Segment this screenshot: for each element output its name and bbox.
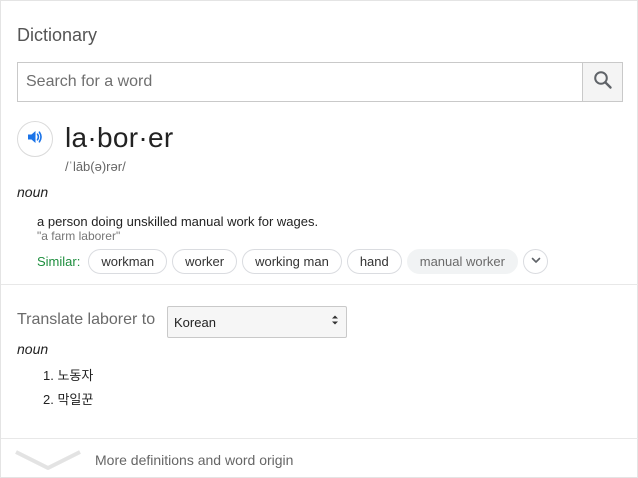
definition-text: a person doing unskilled manual work for… bbox=[37, 214, 319, 229]
speaker-icon bbox=[26, 128, 44, 151]
chevron-down-icon bbox=[530, 253, 542, 271]
similar-chip-workman[interactable]: workman bbox=[88, 249, 168, 274]
similar-chip-hand[interactable]: hand bbox=[346, 249, 402, 274]
translation-part-of-speech: noun bbox=[17, 341, 49, 357]
search-input[interactable] bbox=[18, 63, 582, 101]
translation-item: 1. 노동자 bbox=[43, 368, 94, 383]
language-select-value: Korean bbox=[174, 314, 216, 330]
more-definitions-link[interactable]: More definitions and word origin bbox=[1, 439, 638, 478]
similar-chip-working-man[interactable]: working man bbox=[242, 249, 342, 274]
search-box bbox=[17, 62, 623, 102]
search-button[interactable] bbox=[582, 63, 622, 101]
translation-list: 1. 노동자 2. 막일꾼 bbox=[43, 367, 93, 415]
dictionary-card: Dictionary la·bor·er /ˈlāb(ə)rər/ noun a… bbox=[0, 0, 638, 478]
similar-words-row: Similar: workman worker working man hand… bbox=[37, 249, 548, 274]
section-divider bbox=[1, 284, 638, 285]
more-definitions-label: More definitions and word origin bbox=[95, 452, 294, 468]
part-of-speech: noun bbox=[17, 184, 49, 200]
select-arrows-icon bbox=[330, 313, 340, 332]
translation-item: 2. 막일꾼 bbox=[43, 392, 94, 407]
phonetic-spelling: /ˈlāb(ə)rər/ bbox=[65, 159, 126, 174]
expand-similar-button[interactable] bbox=[523, 249, 548, 274]
language-select[interactable]: Korean bbox=[167, 306, 347, 338]
similar-label: Similar: bbox=[37, 254, 81, 269]
dictionary-title: Dictionary bbox=[17, 25, 98, 45]
similar-chip-worker[interactable]: worker bbox=[172, 249, 238, 274]
similar-chip-manual-worker[interactable]: manual worker bbox=[406, 249, 518, 274]
translate-label: Translate laborer to bbox=[17, 311, 156, 328]
expand-chevron-icon bbox=[15, 449, 81, 476]
pronunciation-button[interactable] bbox=[17, 121, 53, 157]
search-icon bbox=[593, 70, 613, 95]
headword: la·bor·er bbox=[65, 122, 174, 153]
example-text: "a farm laborer" bbox=[37, 229, 121, 243]
